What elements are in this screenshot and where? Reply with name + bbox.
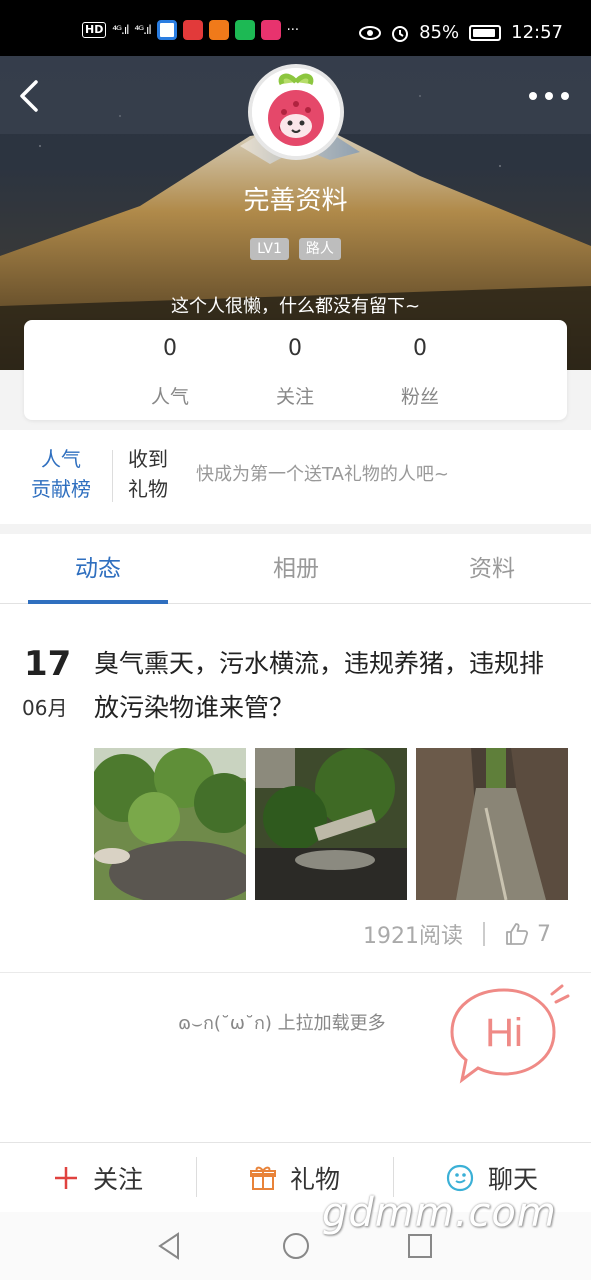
more-notifications-icon: ··· — [286, 22, 300, 38]
divider — [0, 972, 591, 973]
divider — [112, 450, 113, 502]
gift-hint: 快成为第一个送TA礼物的人吧~ — [196, 464, 449, 485]
tab-activity[interactable]: 动态 — [28, 534, 168, 604]
app-notification-icon — [208, 20, 229, 40]
gift-rank-line: 人气 — [41, 447, 81, 471]
battery-percent: 85% — [419, 22, 460, 43]
read-count: 1921阅读 — [363, 924, 463, 949]
user-badges: LV1 路人 — [0, 238, 591, 260]
avatar[interactable] — [248, 64, 344, 160]
popularity-contribution-ranking-link[interactable]: 人气 贡献榜 — [24, 444, 98, 504]
app-notification-icon — [234, 20, 255, 40]
post-text[interactable]: 臭气熏天，污水横流，违规养猪，违规排放污染物谁来管？ — [94, 642, 564, 730]
gift-section[interactable]: 人气 贡献榜 收到 礼物 快成为第一个送TA礼物的人吧~ — [0, 430, 591, 524]
like-count: 7 — [537, 921, 551, 947]
plus-icon — [54, 1167, 77, 1189]
hd-indicator: HD — [82, 22, 107, 38]
nickname: 完善资料 — [243, 186, 348, 216]
like-button[interactable]: 7 — [505, 922, 551, 947]
signal-icon: ⁴ᴳ.ıl — [134, 23, 152, 37]
hi-chat-floating-button[interactable]: Hi — [448, 984, 572, 1084]
hi-label: Hi — [485, 1011, 523, 1055]
status-bar: HD ⁴ᴳ.ıl ⁴ᴳ.ıl ··· 85% 12:57 — [0, 0, 591, 56]
signal-icon: ⁴ᴳ.ıl — [112, 23, 129, 37]
stat-value: 0 — [163, 336, 177, 361]
gift-received-line: 礼物 — [128, 477, 168, 501]
post-image-greenery — [94, 748, 246, 900]
eye-icon — [359, 25, 382, 40]
thumbs-up-icon — [506, 923, 529, 945]
post-image[interactable] — [94, 748, 246, 900]
post-image[interactable] — [416, 748, 568, 900]
nav-home-button[interactable] — [280, 1230, 312, 1262]
watermark: gdmm.com — [322, 1190, 557, 1236]
app-notification-icon — [260, 20, 281, 40]
tab-album[interactable]: 相册 — [226, 534, 366, 604]
active-tab-indicator — [28, 600, 168, 604]
tab-profile-info[interactable]: 资料 — [422, 534, 562, 604]
clock: 12:57 — [511, 22, 563, 43]
rank-badge: 路人 — [298, 238, 341, 260]
divider — [483, 922, 485, 946]
battery-icon — [469, 24, 502, 41]
user-signature: 这个人很懒，什么都没有留下~ — [170, 296, 421, 317]
follow-button[interactable]: 关注 — [0, 1143, 196, 1213]
chevron-left-icon — [20, 80, 38, 112]
post-image-sewage-channel — [416, 748, 568, 900]
nav-back-button[interactable] — [154, 1230, 186, 1262]
profile-tabs: 动态 相册 资料 — [0, 534, 591, 604]
section-gap — [0, 524, 591, 534]
circle-home-icon — [283, 1233, 309, 1259]
follow-label: 关注 — [92, 1165, 143, 1194]
post-meta: 1921阅读 7 — [363, 914, 551, 954]
gift-received-line: 收到 — [128, 447, 168, 471]
status-left: HD ⁴ᴳ.ıl ⁴ᴳ.ıl ··· — [82, 20, 299, 40]
chat-face-icon — [446, 1164, 474, 1192]
more-dots-icon — [529, 92, 569, 100]
app-notification-icon — [182, 20, 203, 40]
stat-label: 人气 — [150, 386, 189, 408]
status-right: 85% 12:57 — [359, 22, 563, 43]
back-button[interactable] — [14, 76, 50, 116]
stat-value: 0 — [413, 336, 427, 361]
stats-card: 0 人气 0 关注 0 粉丝 — [24, 320, 567, 420]
stat-label: 关注 — [275, 386, 314, 408]
stat-value: 0 — [288, 336, 302, 361]
more-options-button[interactable] — [527, 84, 571, 108]
post-month: 06月 — [22, 696, 68, 720]
alarm-icon — [392, 25, 409, 42]
gift-rank-line: 贡献榜 — [31, 477, 91, 501]
level-badge: LV1 — [250, 238, 289, 260]
app-notification-icon — [156, 20, 177, 40]
received-gifts-label: 收到 礼物 — [128, 444, 168, 504]
gift-icon — [249, 1166, 276, 1190]
post-image[interactable] — [255, 748, 407, 900]
lychee-mascot-icon — [252, 68, 340, 156]
stat-label: 粉丝 — [400, 386, 439, 408]
profile-page: HD ⁴ᴳ.ıl ⁴ᴳ.ıl ··· 85% 12:57 完善资料 LV1 路人… — [0, 0, 591, 1280]
post-image-drainage — [255, 748, 407, 900]
pull-to-load-more-hint: ɷ⌣ก(˘ω˘ก) 上拉加载更多 — [178, 1013, 386, 1034]
post-day: 17 — [24, 644, 72, 684]
triangle-back-icon — [158, 1232, 179, 1260]
hi-bubble-icon: Hi — [450, 984, 570, 1084]
